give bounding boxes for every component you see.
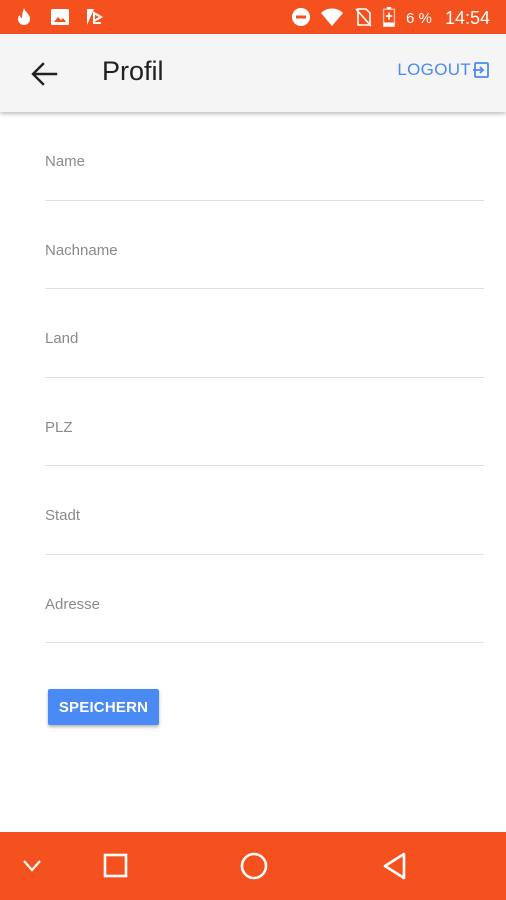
stadt-input[interactable]: [45, 521, 484, 550]
arrow-left-icon: [31, 62, 58, 86]
back-button[interactable]: [28, 59, 60, 89]
logout-icon: [473, 62, 489, 78]
back-icon[interactable]: [381, 851, 409, 881]
clock: 14:54: [445, 8, 491, 28]
save-button[interactable]: SPEICHERN: [48, 689, 159, 725]
recents-icon[interactable]: [103, 853, 129, 879]
logout-button[interactable]: LOGOUT: [397, 60, 490, 80]
adresse-field[interactable]: Adresse: [45, 555, 484, 643]
collapse-icon[interactable]: [21, 858, 43, 874]
nachname-input[interactable]: [45, 256, 484, 284]
battery-charging-icon: [382, 7, 396, 27]
plz-field[interactable]: PLZ: [45, 378, 484, 466]
tinder-flame-icon: [18, 8, 30, 25]
do-not-disturb-icon: [292, 8, 310, 26]
land-input[interactable]: [45, 344, 484, 373]
plz-input[interactable]: [45, 433, 484, 461]
adresse-input[interactable]: [45, 610, 484, 638]
stadt-field[interactable]: Stadt: [45, 466, 484, 555]
battery-percent: 6 %: [406, 10, 432, 27]
name-input[interactable]: [45, 167, 484, 196]
home-icon[interactable]: [239, 851, 269, 881]
wifi-icon: [321, 8, 343, 26]
app-bar: Profil LOGOUT: [0, 34, 506, 112]
gallery-icon: [51, 9, 69, 25]
no-sim-icon: [355, 8, 372, 27]
name-field[interactable]: Name: [45, 112, 484, 201]
profile-form: Name Nachname Land PLZ Stadt Adresse: [45, 112, 484, 643]
logout-label: LOGOUT: [397, 60, 471, 79]
navigation-bar: [0, 832, 506, 900]
status-bar: 6 % 14:54: [0, 0, 506, 34]
app-icon: [87, 9, 104, 25]
land-field[interactable]: Land: [45, 289, 484, 378]
nachname-field[interactable]: Nachname: [45, 201, 484, 289]
page-title: Profil: [102, 56, 164, 86]
